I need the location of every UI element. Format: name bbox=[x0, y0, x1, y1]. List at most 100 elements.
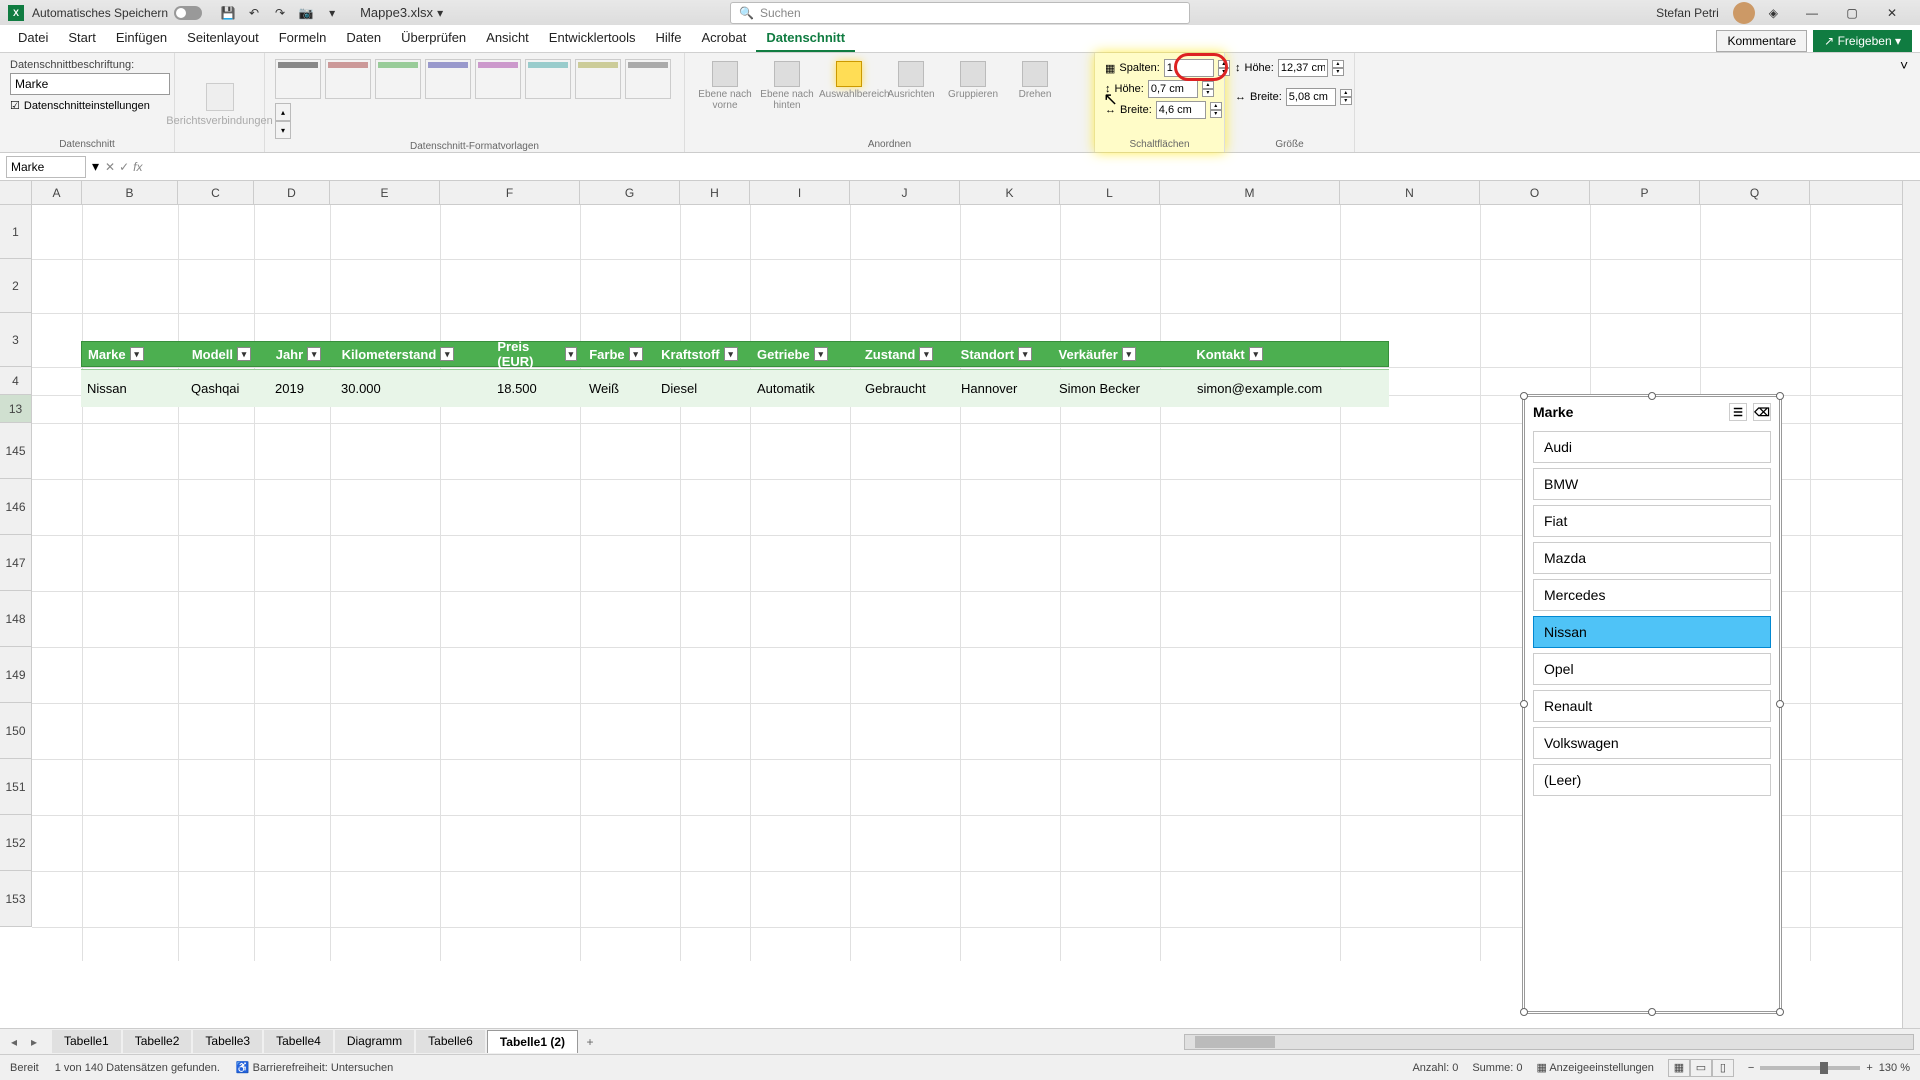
maximize-icon[interactable]: ▢ bbox=[1832, 0, 1872, 25]
selection-pane-button[interactable]: Auswahlbereich bbox=[819, 59, 879, 100]
table-cell[interactable]: Gebraucht bbox=[859, 381, 955, 396]
btn-width-input[interactable] bbox=[1156, 101, 1206, 119]
autosave-toggle[interactable]: Automatisches Speichern bbox=[32, 6, 202, 20]
handle-icon[interactable] bbox=[1776, 700, 1784, 708]
page-layout-icon[interactable]: ▭ bbox=[1690, 1059, 1712, 1077]
size-width-input[interactable] bbox=[1286, 88, 1336, 106]
close-icon[interactable]: ✕ bbox=[1872, 0, 1912, 25]
slicer-item[interactable]: BMW bbox=[1533, 468, 1771, 500]
table-header-cell[interactable]: Zustand▾ bbox=[859, 347, 955, 362]
spin-down-icon[interactable]: ▾ bbox=[1340, 97, 1352, 105]
scrollbar-thumb[interactable] bbox=[1195, 1036, 1275, 1048]
sheet-tab[interactable]: Tabelle1 (2) bbox=[487, 1030, 578, 1053]
slicer-settings-button[interactable]: ☑ Datenschnitteinstellungen bbox=[10, 99, 164, 112]
send-back-button[interactable]: Ebene nach hinten bbox=[757, 59, 817, 111]
table-cell[interactable]: 30.000 bbox=[335, 381, 491, 396]
style-swatch[interactable] bbox=[475, 59, 521, 99]
menu-tab-datei[interactable]: Datei bbox=[8, 25, 58, 52]
table-cell[interactable]: Automatik bbox=[751, 381, 859, 396]
comments-button[interactable]: Kommentare bbox=[1716, 30, 1807, 52]
rotate-button[interactable]: Drehen bbox=[1005, 59, 1065, 100]
add-sheet-button[interactable]: + bbox=[580, 1035, 600, 1049]
column-header[interactable]: L bbox=[1060, 181, 1160, 204]
slicer-item[interactable]: Opel bbox=[1533, 653, 1771, 685]
table-cell[interactable]: Diesel bbox=[655, 381, 751, 396]
menu-tab-überprüfen[interactable]: Überprüfen bbox=[391, 25, 476, 52]
clear-filter-icon[interactable]: ⌫ bbox=[1753, 403, 1771, 421]
column-header[interactable]: C bbox=[178, 181, 254, 204]
handle-icon[interactable] bbox=[1648, 392, 1656, 400]
filter-dropdown-icon[interactable]: ▾ bbox=[307, 347, 321, 361]
spin-down-icon[interactable]: ▾ bbox=[1210, 110, 1222, 118]
spin-down-icon[interactable]: ▾ bbox=[1202, 89, 1214, 97]
table-cell[interactable]: Simon Becker bbox=[1053, 381, 1191, 396]
table-cell[interactable]: simon@example.com bbox=[1191, 381, 1389, 396]
row-header[interactable]: 145 bbox=[0, 423, 32, 479]
filter-dropdown-icon[interactable]: ▾ bbox=[919, 347, 933, 361]
column-header[interactable]: E bbox=[330, 181, 440, 204]
formula-input[interactable] bbox=[149, 156, 1915, 178]
sheet-prev-icon[interactable]: ◂ bbox=[6, 1034, 22, 1050]
slicer-item[interactable]: Mercedes bbox=[1533, 579, 1771, 611]
table-header-cell[interactable]: Kontakt▾ bbox=[1190, 347, 1388, 362]
slicer-item[interactable]: Renault bbox=[1533, 690, 1771, 722]
column-header[interactable]: P bbox=[1590, 181, 1700, 204]
table-cell[interactable]: Nissan bbox=[81, 381, 185, 396]
column-header[interactable]: F bbox=[440, 181, 580, 204]
table-header-cell[interactable]: Marke▾ bbox=[82, 347, 186, 362]
menu-tab-entwicklertools[interactable]: Entwicklertools bbox=[539, 25, 646, 52]
column-header[interactable]: M bbox=[1160, 181, 1340, 204]
column-header[interactable]: H bbox=[680, 181, 750, 204]
table-cell[interactable]: 18.500 bbox=[491, 381, 583, 396]
select-all-corner[interactable] bbox=[0, 181, 32, 204]
zoom-level[interactable]: 130 % bbox=[1879, 1062, 1910, 1074]
table-header-cell[interactable]: Kraftstoff▾ bbox=[655, 347, 751, 362]
column-header[interactable]: J bbox=[850, 181, 960, 204]
filter-dropdown-icon[interactable]: ▾ bbox=[724, 347, 738, 361]
sheet-tab[interactable]: Tabelle3 bbox=[193, 1030, 262, 1053]
filter-dropdown-icon[interactable]: ▾ bbox=[565, 347, 578, 361]
zoom-out-icon[interactable]: − bbox=[1748, 1062, 1754, 1074]
style-swatch[interactable] bbox=[275, 59, 321, 99]
avatar[interactable] bbox=[1733, 2, 1755, 24]
sheet-tab[interactable]: Tabelle2 bbox=[123, 1030, 192, 1053]
multi-select-icon[interactable]: ☰ bbox=[1729, 403, 1747, 421]
row-header[interactable]: 153 bbox=[0, 871, 32, 927]
style-swatch[interactable] bbox=[425, 59, 471, 99]
row-header[interactable]: 3 bbox=[0, 313, 32, 367]
slicer-item[interactable]: (Leer) bbox=[1533, 764, 1771, 796]
style-swatch[interactable] bbox=[375, 59, 421, 99]
column-header[interactable]: G bbox=[580, 181, 680, 204]
normal-view-icon[interactable]: ▦ bbox=[1668, 1059, 1690, 1077]
spin-up-icon[interactable]: ▴ bbox=[1210, 102, 1222, 110]
handle-icon[interactable] bbox=[1776, 1008, 1784, 1016]
row-header[interactable]: 148 bbox=[0, 591, 32, 647]
row-header[interactable]: 151 bbox=[0, 759, 32, 815]
table-header-cell[interactable]: Kilometerstand▾ bbox=[336, 347, 492, 362]
group-button[interactable]: Gruppieren bbox=[943, 59, 1003, 100]
spin-up-icon[interactable]: ▴ bbox=[1332, 60, 1344, 68]
column-header[interactable]: I bbox=[750, 181, 850, 204]
handle-icon[interactable] bbox=[1648, 1008, 1656, 1016]
handle-icon[interactable] bbox=[1520, 700, 1528, 708]
column-header[interactable]: B bbox=[82, 181, 178, 204]
minimize-icon[interactable]: — bbox=[1792, 0, 1832, 25]
column-header[interactable]: K bbox=[960, 181, 1060, 204]
slicer-item[interactable]: Audi bbox=[1533, 431, 1771, 463]
column-header[interactable]: O bbox=[1480, 181, 1590, 204]
table-header-cell[interactable]: Verkäufer▾ bbox=[1053, 347, 1191, 362]
camera-icon[interactable]: 📷 bbox=[298, 5, 314, 21]
toggle-switch-icon[interactable] bbox=[174, 6, 202, 20]
share-button[interactable]: ↗ Freigeben ▾ bbox=[1813, 30, 1912, 52]
redo-icon[interactable]: ↷ bbox=[272, 5, 288, 21]
menu-tab-datenschnitt[interactable]: Datenschnitt bbox=[756, 25, 855, 52]
styles-down-icon[interactable]: ▾ bbox=[275, 121, 291, 139]
filter-dropdown-icon[interactable]: ▾ bbox=[130, 347, 144, 361]
align-button[interactable]: Ausrichten bbox=[881, 59, 941, 100]
column-header[interactable]: A bbox=[32, 181, 82, 204]
save-icon[interactable]: 💾 bbox=[220, 5, 236, 21]
row-header[interactable]: 2 bbox=[0, 259, 32, 313]
customize-icon[interactable]: ▾ bbox=[324, 5, 340, 21]
table-cell[interactable]: 2019 bbox=[269, 381, 335, 396]
sheet-next-icon[interactable]: ▸ bbox=[26, 1034, 42, 1050]
